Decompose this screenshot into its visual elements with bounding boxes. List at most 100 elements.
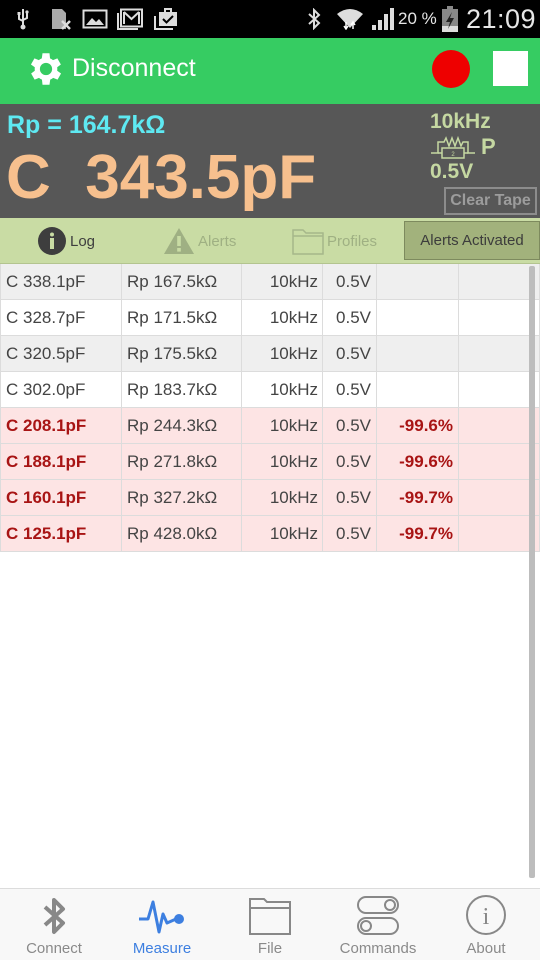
status-bar: 20 % 21:09 (0, 0, 540, 38)
rp-cell: Rp 428.0kΩ (122, 516, 242, 552)
frequency-cell: 10kHz (242, 264, 323, 300)
capacitance-value: C 343.5pF (6, 143, 317, 212)
battery-percent: 20 % (398, 9, 437, 28)
gmail-icon (117, 8, 143, 30)
capacitance-cell: C 208.1pF (0, 408, 122, 444)
voltage-cell: 0.5V (323, 264, 377, 300)
nav-commands[interactable]: Commands (324, 889, 432, 961)
nav-connect[interactable]: Connect (0, 889, 108, 961)
capacitance-cell: C 320.5pF (0, 336, 122, 372)
measurement-log-table: C 338.1pF Rp 167.5kΩ 10kHz 0.5V C 328.7pF Rp … (0, 264, 540, 552)
capacitance-cell: C 328.7pF (0, 300, 122, 336)
voltage-cell: 0.5V (323, 516, 377, 552)
gear-icon[interactable] (25, 48, 67, 90)
signal-icon (372, 8, 394, 30)
voltage-cell: 0.5V (323, 336, 377, 372)
table-row-alert[interactable]: C 188.1pF Rp 271.8kΩ 10kHz 0.5V -99.6% (0, 444, 540, 480)
deviation-cell (377, 372, 459, 408)
rp-value: Rp = 164.7kΩ (7, 111, 166, 139)
action-bar: Disconnect (0, 38, 540, 104)
measurement-readout: Rp = 164.7kΩ C 343.5pF 10kHz 2 P 0.5V Cl… (0, 104, 540, 218)
frequency-cell: 10kHz (242, 516, 323, 552)
deviation-cell: -99.6% (377, 444, 459, 480)
tab-log-label: Log (70, 232, 96, 250)
table-row-alert[interactable]: C 208.1pF Rp 244.3kΩ 10kHz 0.5V -99.6% (0, 408, 540, 444)
tab-alerts-label: Alerts (198, 232, 237, 250)
table-row-alert[interactable]: C 125.1pF Rp 428.0kΩ 10kHz 0.5V -99.7% (0, 516, 540, 552)
clear-tape-button[interactable]: Clear Tape (444, 187, 537, 215)
rp-cell: Rp 167.5kΩ (122, 264, 242, 300)
tab-profiles[interactable]: Profiles (292, 218, 377, 264)
voltage-cell: 0.5V (323, 408, 377, 444)
svg-text:i: i (483, 904, 490, 930)
frequency-cell: 10kHz (242, 336, 323, 372)
frequency-setting: 10kHz (430, 110, 491, 133)
empty-cell (459, 336, 540, 372)
deviation-cell (377, 264, 459, 300)
capacitance-cell: C 338.1pF (0, 264, 122, 300)
svg-text:2: 2 (451, 152, 455, 158)
empty-cell (459, 516, 540, 552)
frequency-cell: 10kHz (242, 300, 323, 336)
deviation-cell (377, 300, 459, 336)
bottom-navigation: Connect Measure File Commands i About (0, 888, 540, 960)
disconnect-button[interactable]: Disconnect (72, 54, 196, 83)
clipboard-check-icon (154, 8, 177, 30)
stop-button[interactable] (493, 51, 528, 86)
deviation-cell: -99.7% (377, 480, 459, 516)
nav-measure-label: Measure (132, 940, 192, 957)
table-row-alert[interactable]: C 160.1pF Rp 327.2kΩ 10kHz 0.5V -99.7% (0, 480, 540, 516)
deviation-cell (377, 336, 459, 372)
capacitance-cell: C 302.0pF (0, 372, 122, 408)
nav-commands-label: Commands (339, 940, 417, 957)
table-row[interactable]: C 338.1pF Rp 167.5kΩ 10kHz 0.5V (0, 264, 540, 300)
capacitance-cell: C 125.1pF (0, 516, 122, 552)
pulse-icon (139, 900, 184, 934)
voltage-cell: 0.5V (323, 444, 377, 480)
table-row[interactable]: C 302.0pF Rp 183.7kΩ 10kHz 0.5V (0, 372, 540, 408)
voltage-cell: 0.5V (323, 300, 377, 336)
info-circle-icon (38, 227, 66, 255)
scrollbar[interactable] (529, 266, 535, 878)
table-row[interactable]: C 328.7pF Rp 171.5kΩ 10kHz 0.5V (0, 300, 540, 336)
nav-measure[interactable]: Measure (108, 889, 216, 961)
voltage-setting: 0.5V (430, 160, 474, 183)
frequency-cell: 10kHz (242, 372, 323, 408)
wifi-icon (337, 9, 363, 30)
nav-file[interactable]: File (216, 889, 324, 961)
warning-icon (164, 228, 194, 254)
empty-cell (459, 264, 540, 300)
rp-cell: Rp 171.5kΩ (122, 300, 242, 336)
tab-log[interactable]: Log (37, 218, 95, 264)
alerts-activated-toggle[interactable]: Alerts Activated (404, 221, 540, 260)
deviation-cell: -99.6% (377, 408, 459, 444)
nav-about-label: About (466, 940, 506, 957)
tab-alerts[interactable]: Alerts (163, 218, 236, 264)
deviation-cell: -99.7% (377, 516, 459, 552)
bluetooth-icon (43, 898, 65, 934)
clock: 21:09 (466, 4, 537, 34)
record-button[interactable] (432, 50, 470, 88)
table-row[interactable]: C 320.5pF Rp 175.5kΩ 10kHz 0.5V (0, 336, 540, 372)
battery-charging-icon (442, 6, 458, 32)
toggles-icon (357, 896, 399, 935)
empty-cell (459, 480, 540, 516)
voltage-cell: 0.5V (323, 372, 377, 408)
empty-cell (459, 408, 540, 444)
empty-cell (459, 444, 540, 480)
usb-icon (17, 9, 29, 30)
rp-cell: Rp 183.7kΩ (122, 372, 242, 408)
tab-bar: Log Alerts Profiles Alerts Activated (0, 218, 540, 264)
gallery-icon (82, 9, 108, 29)
rp-cell: Rp 271.8kΩ (122, 444, 242, 480)
frequency-cell: 10kHz (242, 480, 323, 516)
rp-cell: Rp 244.3kΩ (122, 408, 242, 444)
rp-cell: Rp 327.2kΩ (122, 480, 242, 516)
bluetooth-icon (308, 8, 321, 30)
nav-about[interactable]: i About (432, 889, 540, 961)
mode-indicator: P (481, 134, 496, 159)
folder-icon (292, 229, 324, 255)
empty-cell (459, 300, 540, 336)
rp-cell: Rp 175.5kΩ (122, 336, 242, 372)
tab-profiles-label: Profiles (327, 232, 378, 250)
